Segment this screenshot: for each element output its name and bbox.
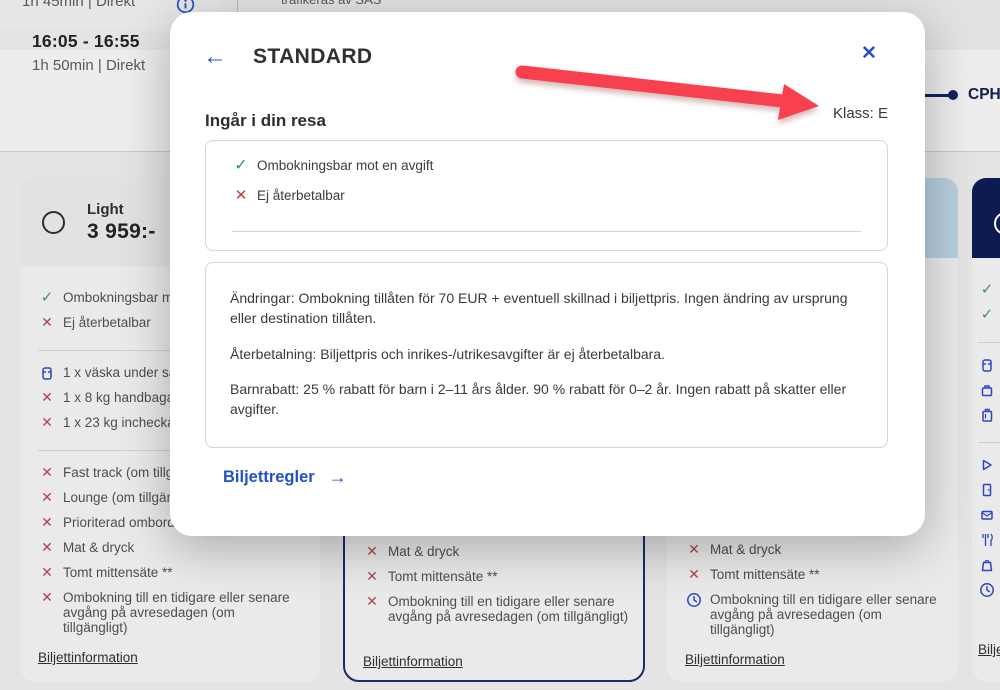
- flight-duration-top: 1h 45min | Direkt: [22, 0, 135, 10]
- meal-bag-icon: [978, 557, 996, 573]
- close-button[interactable]: ✕: [854, 39, 884, 69]
- fare-rules-box: Ändringar: Ombokning tillåten för 70 EUR…: [205, 262, 888, 448]
- list-divider: [978, 342, 1000, 343]
- summary-item: ✕Ej återbetalbar: [232, 188, 861, 218]
- cross-icon: ✕: [363, 594, 381, 609]
- check-icon: ✓: [38, 290, 56, 305]
- clock-icon: [685, 592, 703, 608]
- modal-title: STANDARD: [253, 45, 372, 69]
- list-item: [978, 582, 1000, 626]
- arrow-right-icon: →: [329, 467, 347, 488]
- rules-paragraph-refund: Återbetalning: Biljettpris och inrikes-/…: [230, 344, 861, 364]
- list-item: ✕Tomt mittensäte **: [38, 565, 302, 590]
- summary-divider: [232, 231, 861, 232]
- ticket-information-link[interactable]: Biljettinformation: [978, 642, 1000, 657]
- underseat-bag-icon: [978, 357, 996, 373]
- rules-paragraph-changes: Ändringar: Ombokning tillåten för 70 EUR…: [230, 288, 861, 329]
- cross-icon: ✕: [38, 540, 56, 555]
- checked-bag-icon: [978, 407, 996, 423]
- list-item: [978, 557, 1000, 582]
- list-item: [978, 457, 1000, 482]
- fare-radio-business[interactable]: [994, 212, 1000, 235]
- arrival-airport-code: CPH: [968, 86, 1000, 104]
- cross-icon: ✕: [685, 542, 703, 557]
- list-item: ✕Mat & dryck: [685, 542, 948, 567]
- summary-item: ✓Ombokningsbar mot en avgift: [232, 158, 861, 188]
- rules-paragraph-child-discount: Barnrabatt: 25 % rabatt för barn i 2–11 …: [230, 379, 861, 420]
- cross-icon: ✕: [38, 490, 56, 505]
- list-item: [978, 532, 1000, 557]
- ticket-information-link[interactable]: Biljettinformation: [685, 652, 785, 667]
- list-item: ✕Mat & dryck: [38, 540, 302, 565]
- fare-radio-light[interactable]: [42, 211, 65, 234]
- list-item: [978, 507, 1000, 532]
- list-item: ✕Mat & dryck: [363, 544, 633, 569]
- list-item: ✕Ombokning till en tidigare eller senare…: [363, 594, 633, 638]
- ticket-rules-link[interactable]: Biljettregler →: [223, 467, 347, 488]
- check-icon: ✓: [978, 282, 996, 297]
- cutlery-icon: [978, 532, 996, 548]
- cross-icon: ✕: [38, 590, 56, 605]
- fast-track-icon: [978, 457, 996, 473]
- ticket-information-link[interactable]: Biljettinformation: [363, 654, 463, 669]
- list-item: [978, 382, 1000, 407]
- cross-icon: ✕: [363, 544, 381, 559]
- list-item: ✕Ombokning till en tidigare eller senare…: [38, 590, 302, 634]
- cross-icon: ✕: [38, 515, 56, 530]
- list-item: [978, 407, 1000, 432]
- list-item: [978, 357, 1000, 382]
- fare-summary-box: ✓Ombokningsbar mot en avgift ✕Ej återbet…: [205, 140, 888, 251]
- underseat-bag-icon: [38, 365, 56, 381]
- list-item: ✓: [978, 282, 1000, 307]
- cross-icon: ✕: [38, 315, 56, 330]
- fare-card-business-header: [972, 178, 1000, 258]
- cross-icon: ✕: [38, 565, 56, 580]
- check-icon: ✓: [978, 307, 996, 322]
- ticket-information-link[interactable]: Biljettinformation: [38, 650, 138, 665]
- fare-details-modal: ← STANDARD ✕ Ingår i din resa Klass: E ✓…: [170, 12, 925, 536]
- cabin-bag-icon: [978, 382, 996, 398]
- fare-card-business[interactable]: ✓ ✓ Biljettinformation: [972, 178, 1000, 682]
- cross-icon: ✕: [232, 188, 250, 203]
- lounge-icon: [978, 482, 996, 498]
- cross-icon: ✕: [685, 567, 703, 582]
- seat-icon: [978, 507, 996, 523]
- section-title: Ingår i din resa: [205, 111, 326, 131]
- fare-class-label: Klass: E: [833, 105, 888, 122]
- cross-icon: ✕: [363, 569, 381, 584]
- fare-price: 3 959:-: [87, 220, 156, 244]
- cross-icon: ✕: [38, 465, 56, 480]
- list-item: Ombokning till en tidigare eller senare …: [685, 592, 948, 636]
- arrival-dot: [948, 90, 958, 100]
- cross-icon: ✕: [38, 390, 56, 405]
- operated-by-label: trafikeras av SAS: [281, 0, 381, 7]
- fare-name: Light: [87, 201, 156, 218]
- list-item: ✓: [978, 307, 1000, 332]
- list-item: ✕Tomt mittensäte **: [363, 569, 633, 594]
- cross-icon: ✕: [38, 415, 56, 430]
- flight-times: 16:05 - 16:55: [32, 31, 140, 52]
- back-button[interactable]: ←: [200, 42, 230, 72]
- check-icon: ✓: [232, 158, 250, 173]
- flight-duration: 1h 50min | Direkt: [32, 57, 145, 74]
- list-item: [978, 482, 1000, 507]
- list-item: ✕Tomt mittensäte **: [685, 567, 948, 592]
- clock-icon: [978, 582, 996, 598]
- list-divider: [978, 442, 1000, 443]
